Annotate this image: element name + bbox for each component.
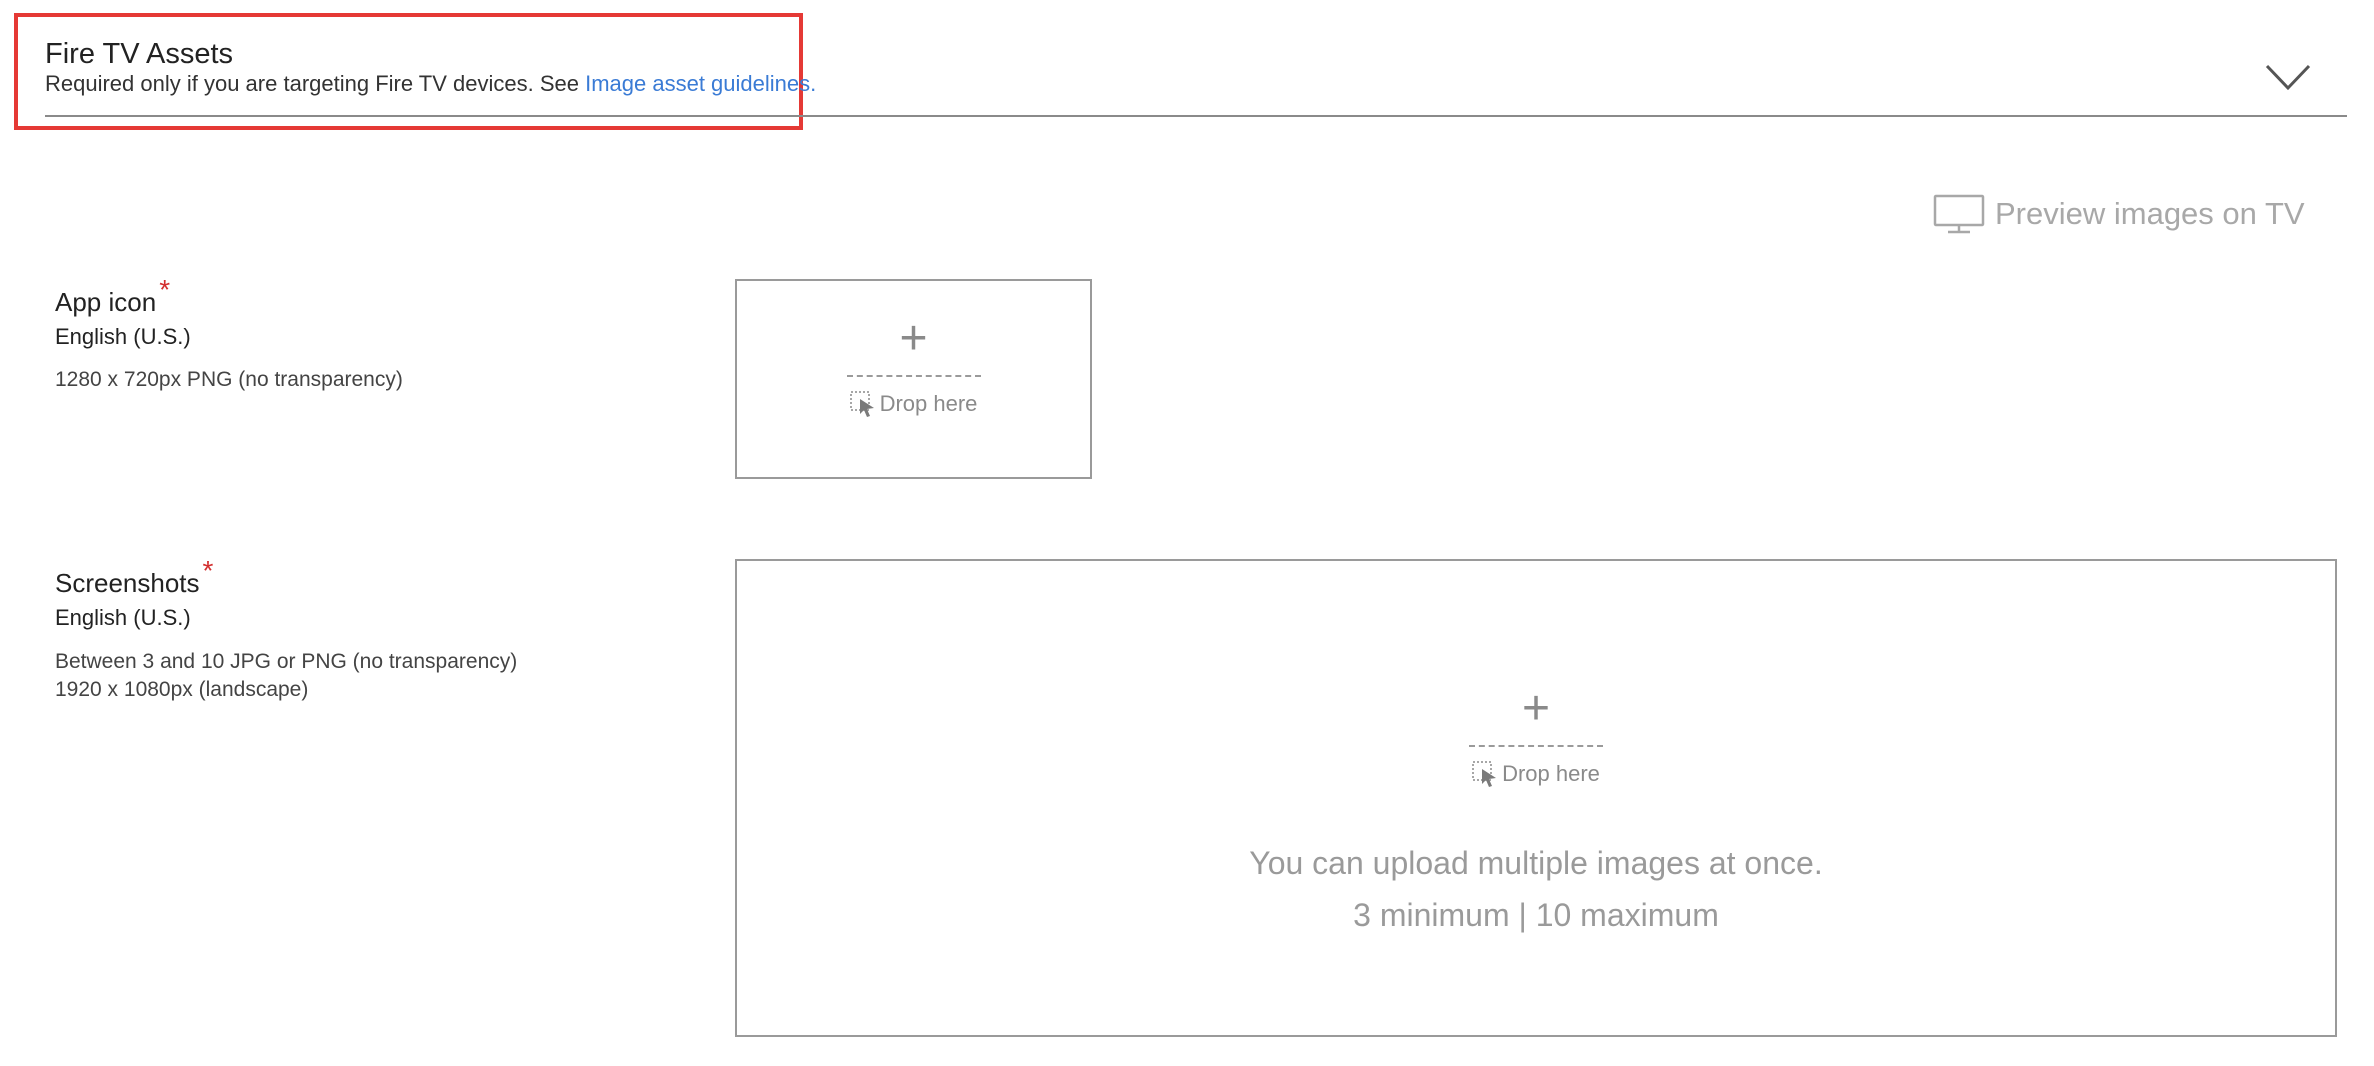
upload-note-line2: 3 minimum | 10 maximum: [1353, 897, 1719, 933]
required-indicator: *: [202, 555, 214, 586]
screenshots-dropzone[interactable]: + Drop here You can upload multiple imag…: [735, 559, 2337, 1037]
drag-drop-icon: [1472, 761, 1497, 787]
preview-label: Preview images on TV: [1995, 196, 2305, 231]
plus-icon: +: [1521, 682, 1551, 735]
screenshots-description-line1: Between 3 and 10 JPG or PNG (no transpar…: [55, 650, 518, 673]
image-asset-guidelines-link[interactable]: Image asset guidelines.: [585, 71, 816, 96]
screenshots-label-text: Screenshots: [55, 568, 200, 598]
drop-here-label: Drop here: [879, 391, 978, 416]
screenshots-locale: English (U.S.): [55, 605, 191, 630]
section-subtitle-text: Required only if you are targeting Fire …: [45, 71, 586, 96]
required-indicator: *: [159, 274, 171, 305]
app-icon-label-text: App icon: [55, 287, 157, 317]
plus-icon: +: [899, 312, 928, 365]
preview-images-on-tv-button[interactable]: Preview images on TV: [1933, 192, 2305, 236]
chevron-down-icon[interactable]: [2264, 62, 2312, 92]
section-subtitle: Required only if you are targeting Fire …: [45, 71, 816, 97]
dashed-divider: [1469, 745, 1603, 747]
app-icon-label: App icon *: [55, 274, 170, 318]
header-divider: [45, 115, 2347, 117]
tv-icon: [1933, 194, 1985, 234]
section-title: Fire TV Assets: [45, 38, 234, 70]
drag-drop-icon: [849, 391, 874, 417]
dashed-divider: [846, 375, 981, 377]
app-icon-locale: English (U.S.): [55, 324, 191, 349]
app-icon-description: 1280 x 720px PNG (no transparency): [55, 368, 403, 391]
screenshots-description-line2: 1920 x 1080px (landscape): [55, 678, 309, 701]
upload-note-line1: You can upload multiple images at once.: [1249, 845, 1823, 881]
app-icon-dropzone[interactable]: + Drop here: [735, 279, 1092, 479]
upload-note: You can upload multiple images at once. …: [1249, 837, 1822, 941]
screenshots-label: Screenshots *: [55, 555, 213, 599]
drop-here-label: Drop here: [1502, 761, 1600, 786]
